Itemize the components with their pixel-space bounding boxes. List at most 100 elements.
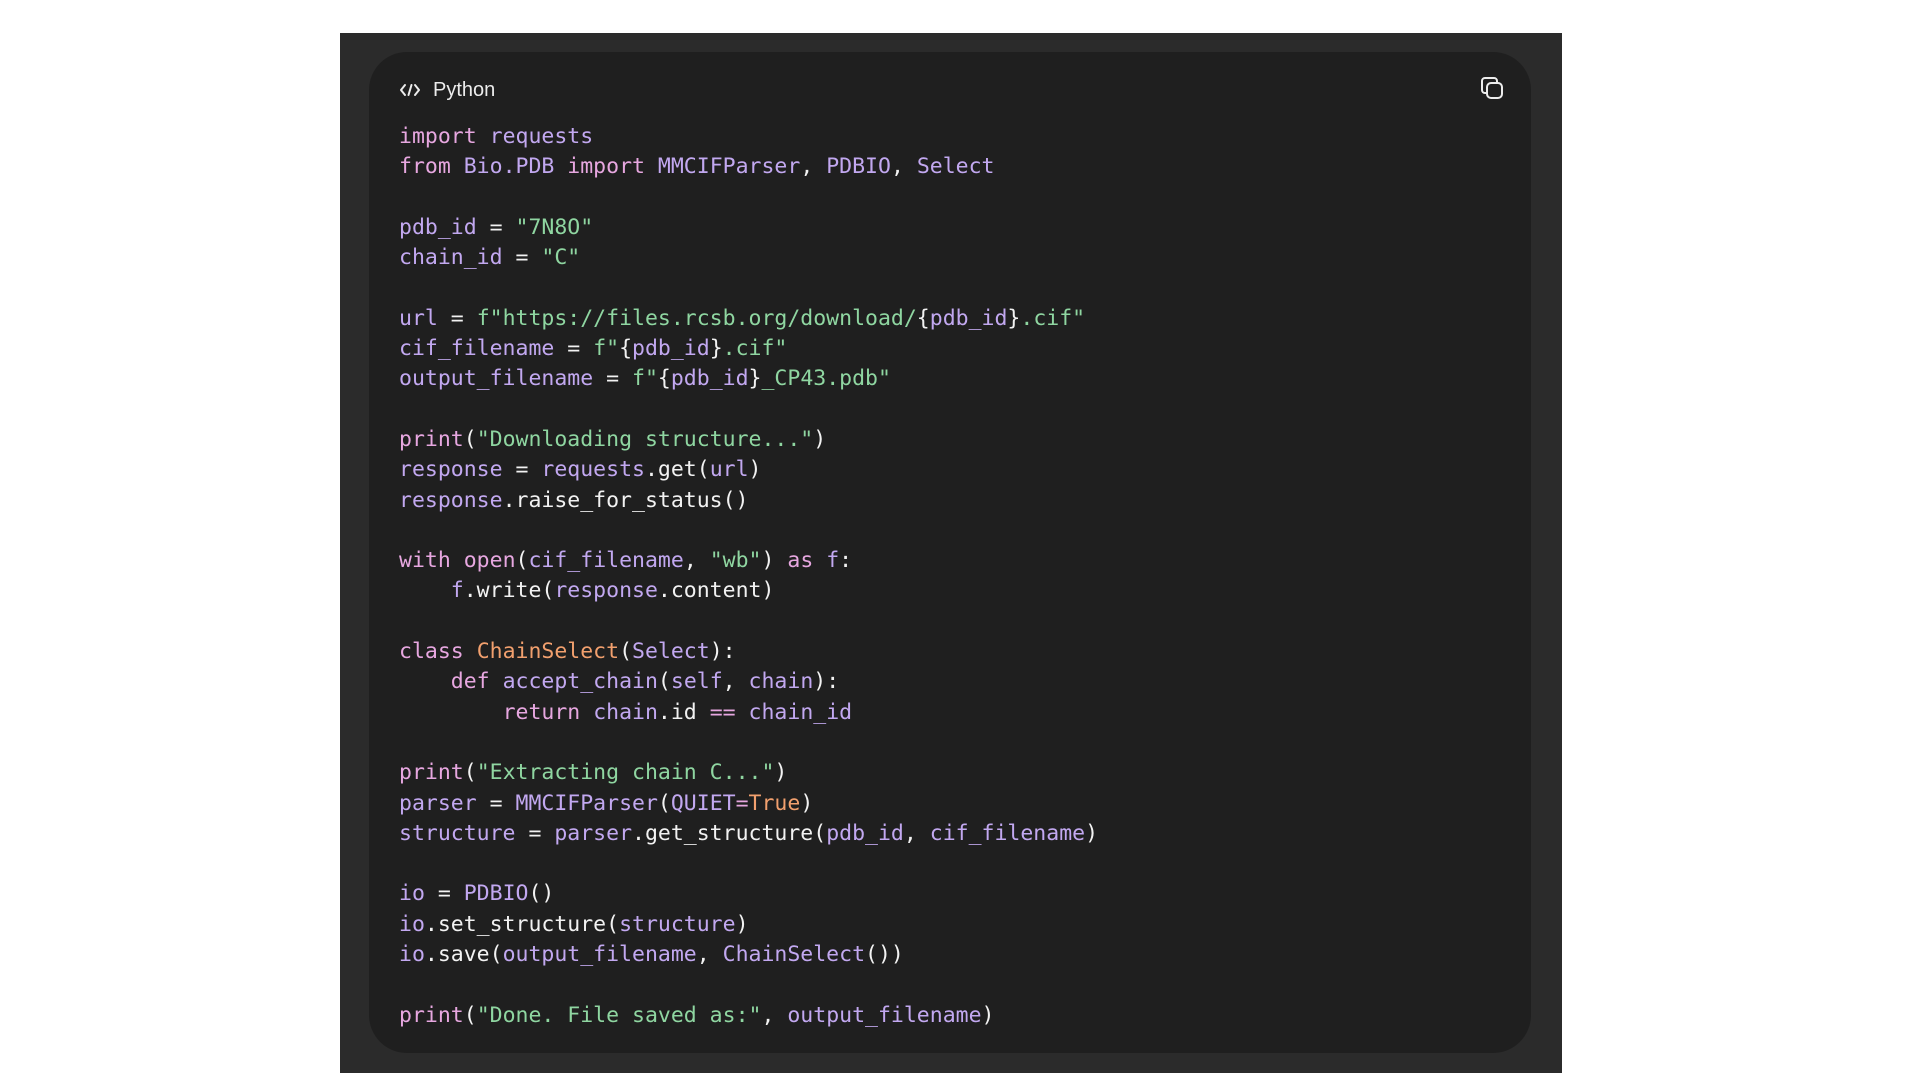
code-token: response	[554, 578, 658, 604]
code-token: self	[670, 669, 723, 695]
code-token: (	[463, 760, 477, 786]
code-token: io	[399, 942, 425, 968]
code-token: MMCIFParser	[515, 790, 658, 816]
code-token: (	[515, 548, 529, 574]
code-token: "Done. File saved as:"	[476, 1002, 762, 1028]
code-token: url	[399, 305, 438, 331]
code-token: pdb_id	[670, 366, 749, 392]
code-token: structure	[619, 911, 736, 937]
code-token: ChainSelect	[476, 639, 620, 665]
code-token: Select	[632, 639, 710, 665]
code-token: print	[399, 426, 464, 452]
code-token: =	[424, 881, 464, 907]
copy-button[interactable]	[1475, 73, 1509, 107]
code-token: ==	[709, 699, 736, 725]
code-token: "7N8O"	[515, 214, 594, 240]
code-token: structure	[399, 820, 516, 846]
code-token: )	[800, 790, 814, 816]
code-token: url	[709, 457, 749, 483]
code-token: ,	[761, 1002, 788, 1028]
code-token: output_filename	[399, 366, 594, 392]
code-token: }	[748, 366, 762, 392]
code-token: cif_filename	[399, 336, 555, 362]
code-token: open	[463, 548, 516, 574]
code-line: import requests	[399, 122, 1098, 152]
code-token: =	[502, 245, 542, 271]
code-token: "Extracting chain C..."	[476, 760, 775, 786]
code-token: parser	[554, 820, 633, 846]
code-token: return	[502, 699, 581, 725]
code-token: =	[476, 214, 516, 240]
code-token: requests	[541, 457, 645, 483]
code-token: def	[450, 669, 490, 695]
code-token: ()	[528, 881, 555, 907]
code-token: {	[657, 366, 671, 392]
code-line: f.write(response.content)	[399, 576, 1098, 606]
code-token: import	[399, 124, 477, 149]
code-line: parser = MMCIFParser(QUIET=True)	[399, 789, 1098, 819]
code-token: )	[981, 1002, 995, 1028]
code-token: .set_structure(	[424, 911, 620, 937]
code-line: print("Done. File saved as:", output_fil…	[399, 1001, 1098, 1031]
code-token: response	[399, 487, 503, 513]
code-token: with	[399, 548, 451, 574]
code-line: io.set_structure(structure)	[399, 910, 1098, 940]
code-token: =	[554, 336, 594, 362]
code-token: QUIET	[670, 790, 736, 816]
code-token: parser	[399, 790, 477, 816]
code-line: io = PDBIO()	[399, 879, 1098, 909]
copy-icon	[1479, 75, 1505, 106]
code-token: )	[735, 911, 749, 937]
code-token: {	[619, 336, 633, 362]
code-line: io.save(output_filename, ChainSelect())	[399, 940, 1098, 970]
code-token: Select	[916, 154, 995, 180]
code-token: ,	[890, 154, 917, 180]
code-token: chain_id	[748, 699, 853, 725]
code-token: =	[593, 366, 633, 392]
code-token: pdb_id	[929, 305, 1008, 331]
code-token: f"	[593, 336, 620, 362]
code-token: )	[761, 548, 788, 574]
code-token: ):	[813, 669, 840, 695]
code-line: chain_id = "C"	[399, 243, 1098, 273]
code-token: cif_filename	[528, 548, 684, 574]
code-token: output_filename	[502, 942, 697, 968]
code-token: f	[826, 548, 840, 574]
code-line: return chain.id == chain_id	[399, 698, 1098, 728]
code-line: pdb_id = "7N8O"	[399, 213, 1098, 243]
code-token: ):	[709, 639, 736, 665]
code-token: .write(	[463, 578, 555, 604]
code-token: chain	[748, 669, 814, 695]
code-token: requests	[489, 124, 594, 149]
language-label: Python	[433, 78, 496, 101]
code-token: ,	[696, 942, 723, 968]
code-token: .cif"	[1020, 305, 1086, 331]
code-block: Python import requests from Bio.PDB impor…	[369, 52, 1531, 1053]
code-token: ,	[722, 669, 749, 695]
code-token: }	[709, 336, 723, 362]
code-token: .get(	[644, 457, 710, 483]
code-token: print	[399, 1002, 464, 1028]
code-token: =	[502, 457, 542, 483]
code-token: output_filename	[787, 1002, 982, 1028]
code-token: as	[787, 548, 814, 574]
code-line: with open(cif_filename, "wb") as f:	[399, 546, 1098, 576]
code-content[interactable]: import requests from Bio.PDB import MMCIF…	[399, 122, 1098, 1031]
code-token: .content)	[657, 578, 775, 604]
code-token: PDBIO	[826, 154, 891, 180]
code-token: (	[657, 790, 671, 816]
